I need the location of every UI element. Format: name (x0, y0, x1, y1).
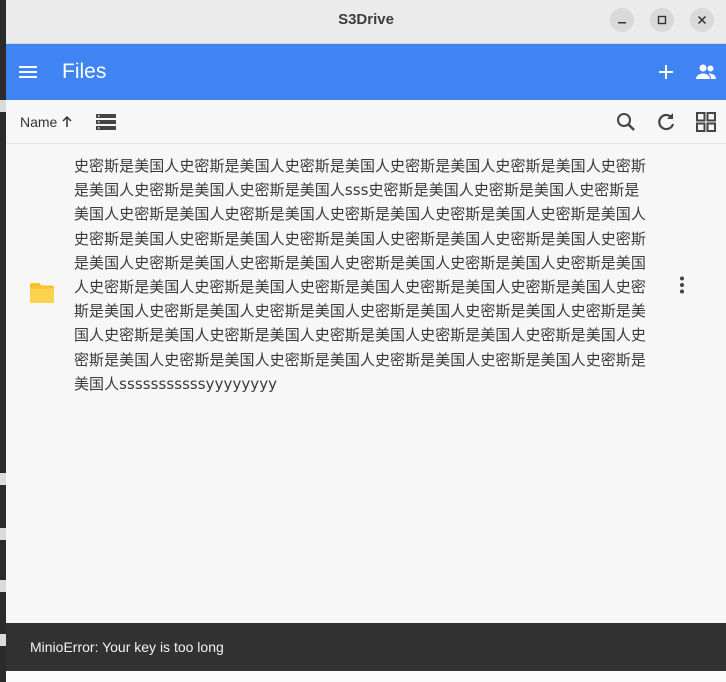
maximize-button[interactable] (650, 8, 674, 32)
snackbar-message: MinioError: Your key is too long (30, 639, 224, 655)
app-window: S3Drive Files Name 史密斯是美国人史密斯是美国人史密斯是美国人… (6, 0, 726, 682)
plus-icon[interactable] (654, 60, 678, 84)
more-vert-icon[interactable] (670, 273, 694, 297)
minimize-icon (618, 22, 626, 24)
grid-view-icon[interactable] (694, 110, 718, 134)
list-view-icon[interactable] (94, 110, 118, 134)
minimize-button[interactable] (610, 8, 634, 32)
close-icon (697, 15, 707, 25)
people-icon[interactable] (694, 60, 718, 84)
file-list: 史密斯是美国人史密斯是美国人史密斯是美国人史密斯是美国人史密斯是美国人史密斯是美… (6, 144, 726, 623)
search-icon[interactable] (614, 110, 638, 134)
file-name: 史密斯是美国人史密斯是美国人史密斯是美国人史密斯是美国人史密斯是美国人史密斯是美… (74, 157, 646, 393)
arrow-up-icon (62, 115, 72, 127)
app-bar: Files (6, 44, 726, 100)
refresh-icon[interactable] (654, 110, 678, 134)
error-snackbar: MinioError: Your key is too long (6, 623, 726, 671)
hamburger-menu-icon[interactable] (16, 60, 40, 84)
page-title: Files (62, 60, 107, 83)
sort-label: Name (20, 114, 58, 130)
file-toolbar: Name (6, 100, 726, 144)
bottom-bar (6, 671, 726, 682)
window-titlebar[interactable]: S3Drive (6, 0, 726, 44)
maximize-icon (657, 15, 667, 25)
list-item[interactable]: 史密斯是美国人史密斯是美国人史密斯是美国人史密斯是美国人史密斯是美国人史密斯是美… (6, 152, 726, 402)
sort-button[interactable]: Name (20, 112, 74, 132)
close-button[interactable] (690, 8, 714, 32)
folder-icon (30, 283, 54, 303)
